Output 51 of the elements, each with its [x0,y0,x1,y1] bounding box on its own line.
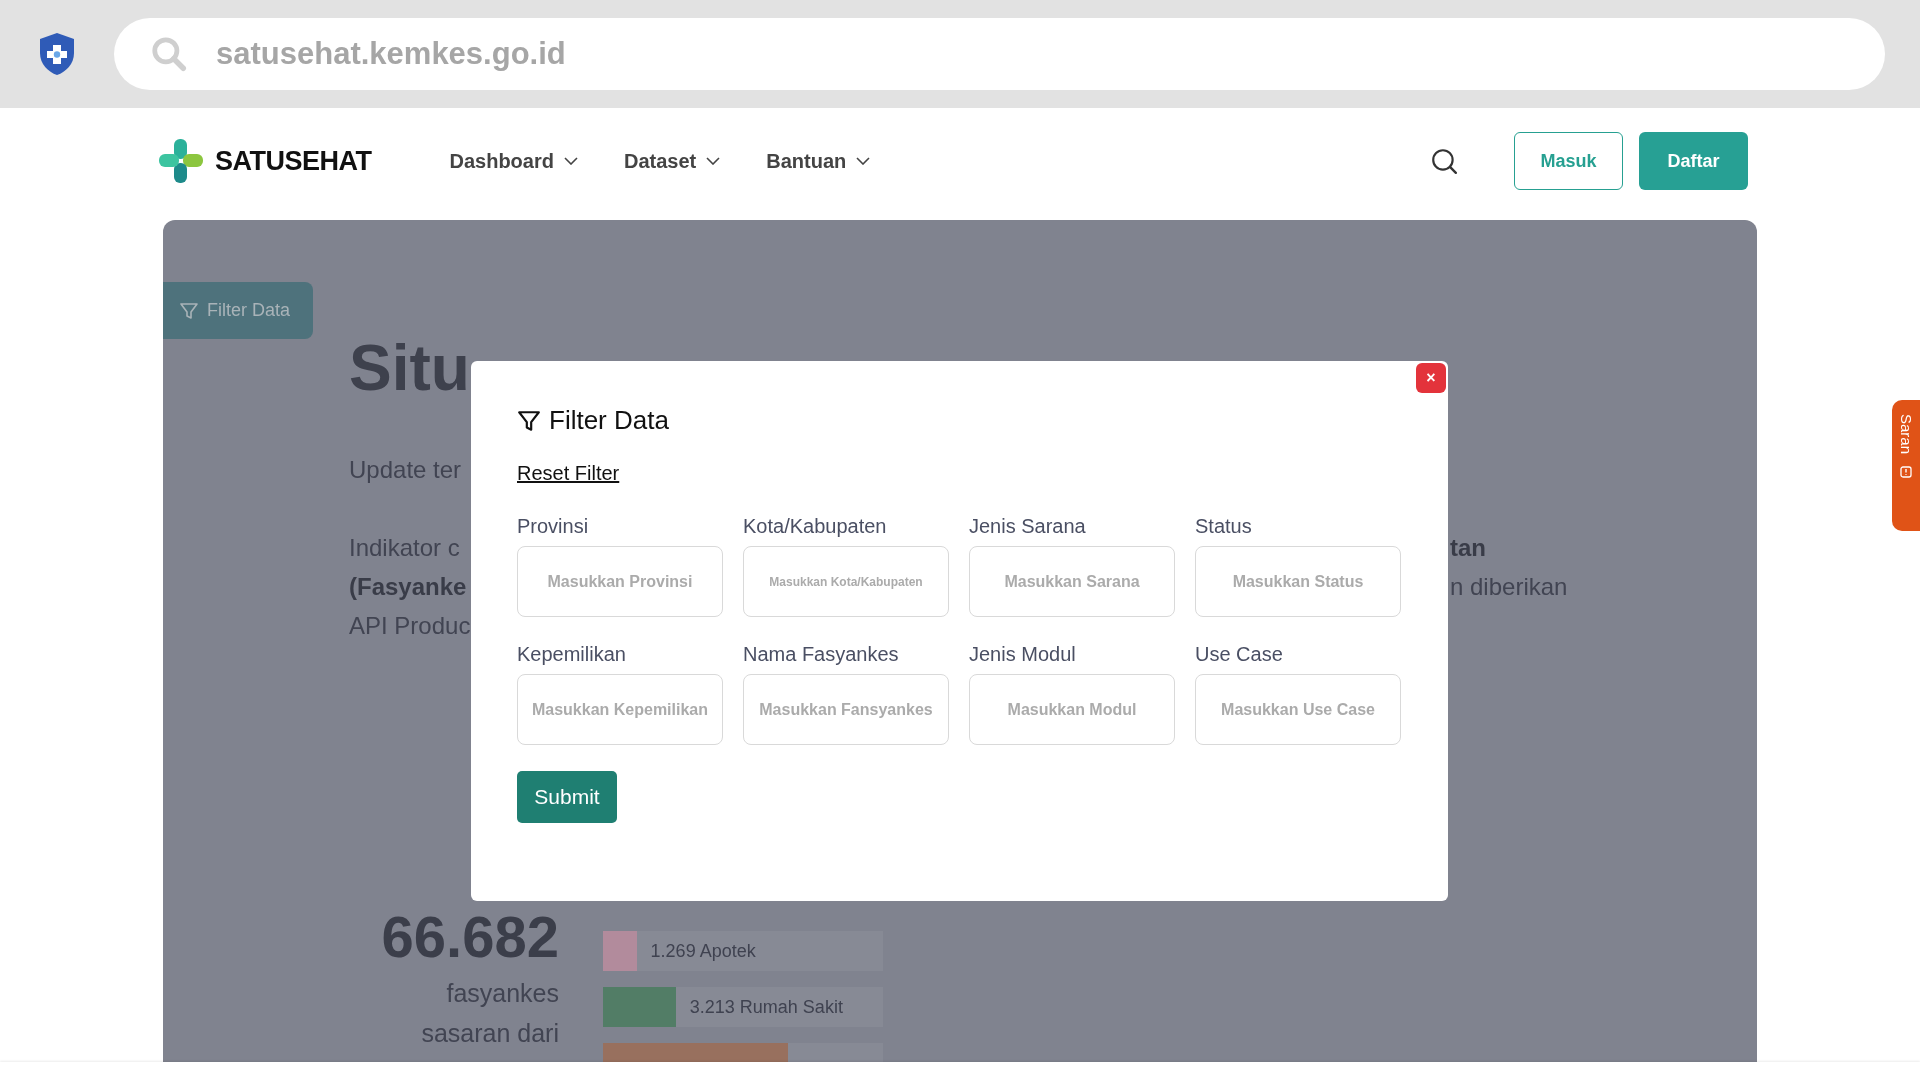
reset-filter-link[interactable]: Reset Filter [517,462,620,485]
indicator-text: tan [1450,533,1486,563]
indicator-text: (Fasyanke [349,572,467,602]
dialog-title: Filter Data [549,405,669,436]
nav-button[interactable]: Daftar [1639,132,1748,190]
input-field[interactable]: Masukkan Provinsi [517,546,723,617]
input-field[interactable]: Masukkan Kota/Kabupaten [743,546,949,617]
search-icon[interactable] [1430,147,1458,175]
indicator-text: n diberikan [1450,572,1568,602]
input-field[interactable]: Masukkan Modul [969,674,1175,745]
field-label: Kepemilikan [517,643,627,666]
feedback-tab[interactable]: Saran [1892,400,1920,531]
input-field[interactable]: Masukkan Fansyankes [743,674,949,745]
field-label: Kota/Kabupaten [743,515,888,538]
chevron-down-icon [856,157,871,165]
nav-menu-item[interactable]: Dataset [623,145,721,177]
close-button[interactable]: × [1416,363,1446,393]
field-label: Use Case [1195,643,1284,666]
nav-menu-item[interactable]: Dashboard [449,145,578,177]
total-caption: sasaran dari [421,1018,559,1049]
input-field[interactable]: Masukkan Sarana [969,546,1175,617]
filter-button[interactable]: Filter Data [163,282,313,339]
field-label: Provinsi [517,515,590,538]
nav-button[interactable]: Masuk [1514,132,1623,190]
shield-icon[interactable] [37,31,77,77]
bar-label: 3.213 Rumah Sakit [689,997,843,1018]
input-field[interactable]: Masukkan Kepemilikan [517,674,723,745]
field-label: Jenis Sarana [969,515,1087,538]
input-field[interactable]: Masukkan Use Case [1195,674,1401,745]
total-caption: fasyankes [446,978,559,1009]
field-label: Status [1195,515,1253,538]
brand-name[interactable]: SATUSEHAT [215,145,372,177]
address-bar[interactable]: satusehat.kemkes.go.id [114,18,1885,90]
chevron-down-icon [563,157,578,165]
indicator-text: API Produc [349,611,471,641]
chevron-down-icon [706,157,721,165]
page-heading: Situ [349,332,470,404]
field-label: Nama Fasyankes [743,643,900,666]
alert-icon [1900,466,1912,479]
bar-label: 1.269 Apotek [650,941,756,962]
field-label: Jenis Modul [969,643,1077,666]
input-field[interactable]: Masukkan Status [1195,546,1401,617]
total-count: 66.682 [381,903,559,971]
nav-menu-item[interactable]: Bantuan [766,145,871,177]
filter-icon [179,300,199,321]
submit-button[interactable]: Submit [517,771,617,823]
indicator-text: Indikator c [349,533,460,563]
logo-icon[interactable] [157,137,205,185]
search-icon [150,35,188,73]
update-text: Update ter [349,455,462,485]
filter-icon [517,408,541,433]
